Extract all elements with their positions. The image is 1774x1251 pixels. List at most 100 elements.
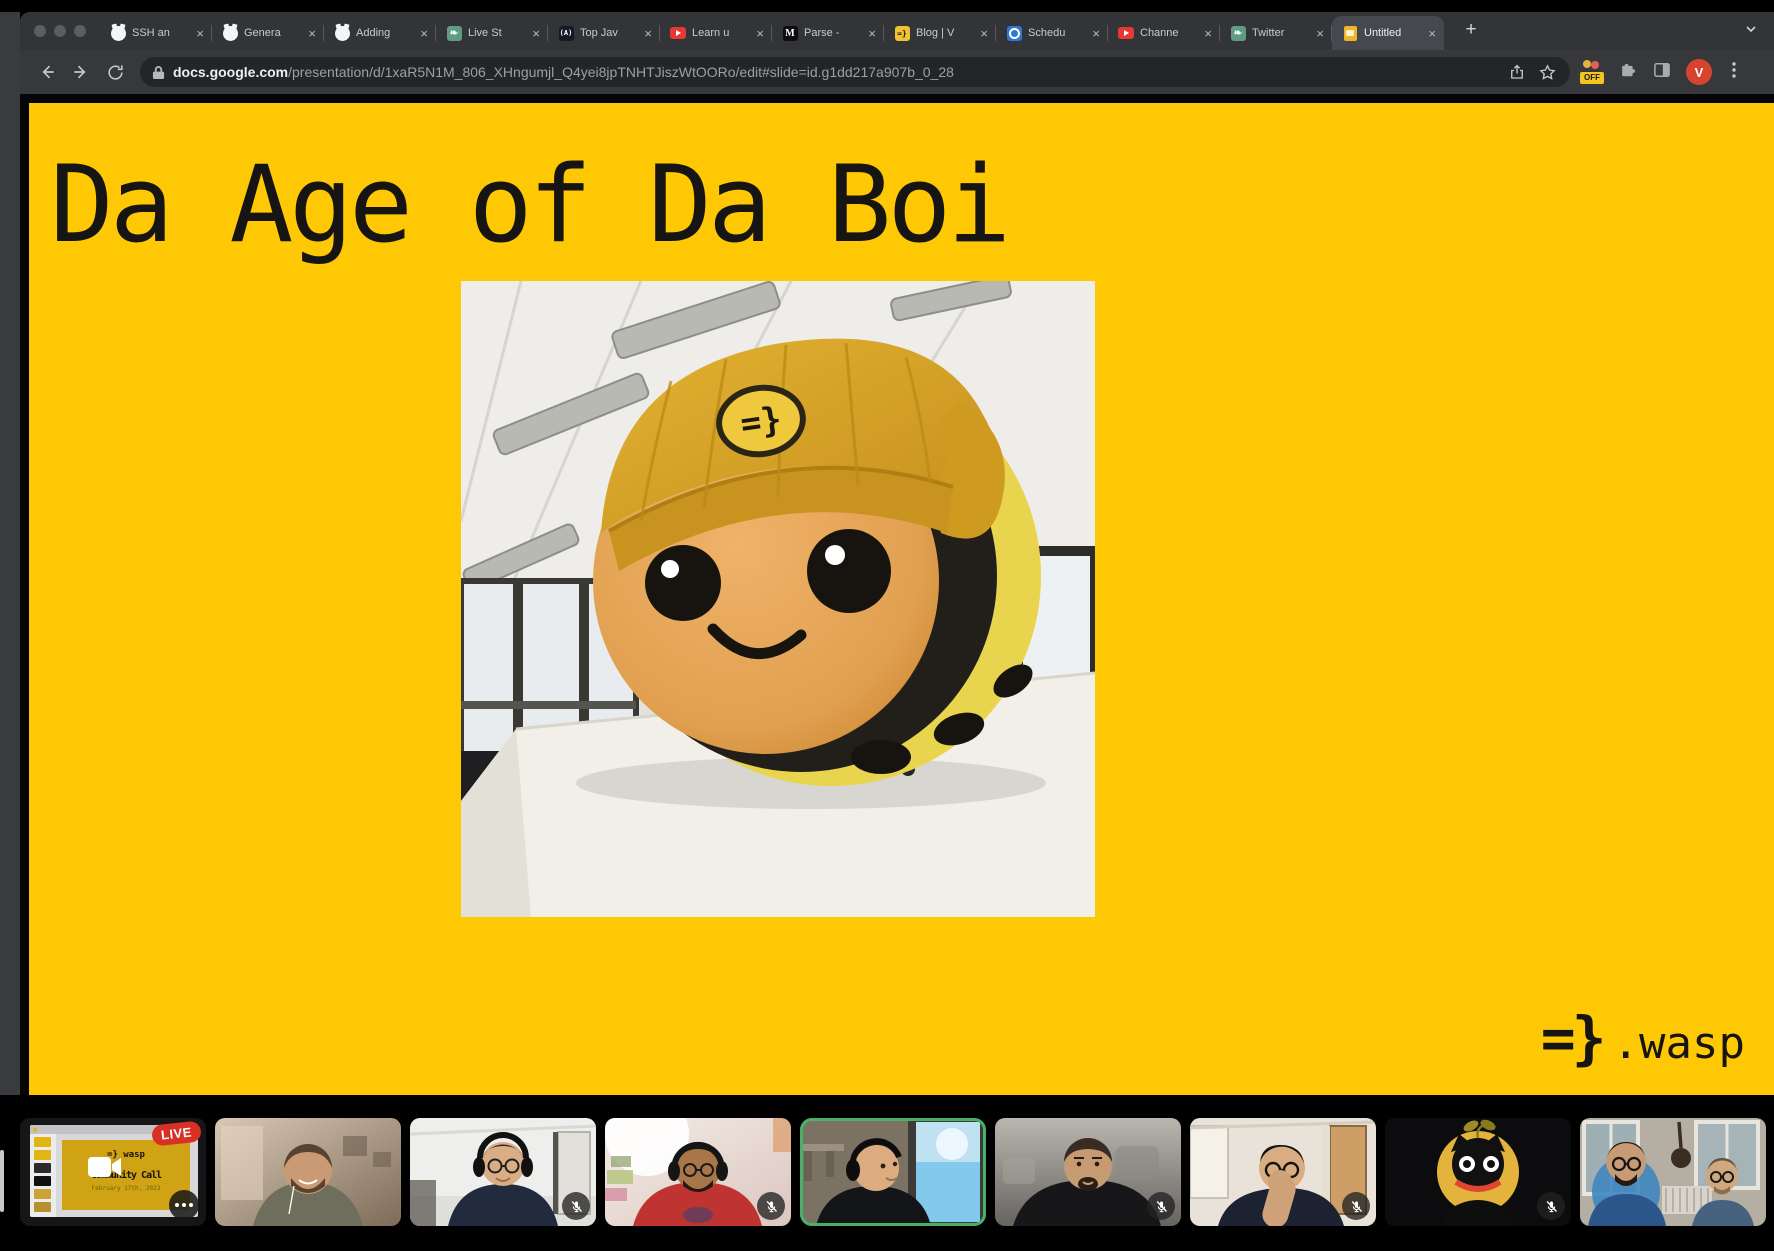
privacy-extension-icon[interactable]: OFF — [1580, 60, 1604, 84]
green-app-icon: ❧ — [446, 25, 462, 41]
minimize-window-button[interactable] — [54, 25, 66, 37]
reload-icon[interactable] — [100, 57, 130, 87]
desktop-edge-sliver — [0, 1150, 4, 1212]
bookmark-star-icon[interactable] — [1532, 57, 1562, 87]
tab-adding[interactable]: Adding × — [324, 18, 436, 48]
new-tab-button[interactable]: + — [1458, 18, 1484, 44]
tab-parse[interactable]: M Parse - × — [772, 18, 884, 48]
tab-general[interactable]: Genera × — [212, 18, 324, 48]
tab-list: SSH an × Genera × Adding × ❧ Live St × — [100, 12, 1444, 50]
tab-twitter[interactable]: ❧ Twitter × — [1220, 18, 1332, 48]
tab-close-icon[interactable]: × — [1090, 27, 1102, 40]
window-controls[interactable] — [34, 25, 86, 37]
slides-icon — [1342, 25, 1358, 41]
address-bar: docs.google.com/presentation/d/1xaR5N1M_… — [20, 50, 1774, 94]
toolbar-right: OFF V — [1580, 59, 1742, 85]
tab-close-icon[interactable]: × — [418, 27, 430, 40]
green-app-icon: ❧ — [1230, 25, 1246, 41]
url-domain: docs.google.com — [173, 64, 288, 80]
wasp-icon: =} — [894, 25, 910, 41]
mic-muted-icon — [562, 1192, 590, 1220]
tab-schedule[interactable]: Schedu × — [996, 18, 1108, 48]
svg-text:=}: =} — [738, 399, 784, 444]
tab-title: Parse - — [804, 27, 860, 39]
tab-title: Live St — [468, 27, 524, 39]
tab-title: Channe — [1140, 27, 1196, 39]
url-field[interactable]: docs.google.com/presentation/d/1xaR5N1M_… — [140, 57, 1570, 87]
tab-close-icon[interactable]: × — [978, 27, 990, 40]
tab-bar: SSH an × Genera × Adding × ❧ Live St × — [20, 12, 1774, 50]
tab-title: Blog | V — [916, 27, 972, 39]
mini-title: Community Call — [62, 1170, 190, 1181]
tile-participant-cat-avatar[interactable] — [1385, 1118, 1571, 1226]
code-app-icon: (A) — [558, 25, 574, 41]
page-top-border — [20, 94, 1774, 103]
tile-participant-black-tshirt[interactable] — [995, 1118, 1181, 1226]
tab-close-icon[interactable]: × — [866, 27, 878, 40]
tile-participant-navy-polo[interactable] — [410, 1118, 596, 1226]
tile-participant-red-shirt[interactable] — [605, 1118, 791, 1226]
browser-window: SSH an × Genera × Adding × ❧ Live St × — [20, 12, 1774, 1095]
tab-live-stream[interactable]: ❧ Live St × — [436, 18, 548, 48]
tab-close-icon[interactable]: × — [754, 27, 766, 40]
github-icon — [110, 25, 126, 41]
tab-close-icon[interactable]: × — [1202, 27, 1214, 40]
tab-title: Adding — [356, 27, 412, 39]
padlock-icon — [152, 65, 165, 80]
tab-ssh[interactable]: SSH an × — [100, 18, 212, 48]
tab-title: Twitter — [1252, 27, 1308, 39]
back-icon[interactable] — [32, 57, 62, 87]
wasp-name: .wasp — [1613, 1018, 1745, 1069]
tab-title: Learn u — [692, 27, 748, 39]
tab-learn[interactable]: Learn u × — [660, 18, 772, 48]
mic-muted-icon — [1147, 1192, 1175, 1220]
tile-more-button[interactable] — [169, 1190, 199, 1220]
mini-slide-rail — [30, 1134, 56, 1217]
tile-participant-speaking-hoodie[interactable] — [800, 1118, 986, 1226]
presentation-slide: Da Age of Da Boi — [20, 103, 1774, 1095]
mic-muted-icon — [757, 1192, 785, 1220]
mic-muted-icon — [1537, 1192, 1565, 1220]
page-url: docs.google.com/presentation/d/1xaR5N1M_… — [173, 64, 1502, 80]
wasp-brand-logo: =} .wasp — [1541, 1004, 1745, 1072]
tab-title: Genera — [244, 27, 300, 39]
expand-window-button[interactable] — [74, 25, 86, 37]
close-window-button[interactable] — [34, 25, 46, 37]
tab-title: Top Jav — [580, 27, 636, 39]
tab-title: Schedu — [1028, 27, 1084, 39]
tile-participants-two-men[interactable] — [1580, 1118, 1766, 1226]
tile-screen-share-preview[interactable]: =} wasp Community Call February 17th, 20… — [20, 1118, 206, 1226]
extension-off-badge: OFF — [1580, 72, 1604, 84]
participant-filmstrip: =} wasp Community Call February 17th, 20… — [20, 1118, 1766, 1226]
tab-close-icon[interactable]: × — [1314, 27, 1326, 40]
tab-untitled-presentation[interactable]: Untitled × — [1332, 16, 1444, 50]
tab-top-java[interactable]: (A) Top Jav × — [548, 18, 660, 48]
kebab-menu-icon[interactable] — [1726, 61, 1742, 84]
tile-participant-hand-to-mouth[interactable] — [1190, 1118, 1376, 1226]
tab-close-icon[interactable]: × — [194, 27, 206, 40]
youtube-icon — [670, 25, 686, 41]
tab-title: Untitled — [1364, 27, 1420, 39]
github-icon — [222, 25, 238, 41]
tab-title: SSH an — [132, 27, 188, 39]
extensions-puzzle-icon[interactable] — [1618, 60, 1638, 85]
chevron-down-icon[interactable] — [1744, 22, 1758, 41]
tab-close-icon[interactable]: × — [530, 27, 542, 40]
slide-title: Da Age of Da Boi — [50, 143, 1007, 266]
tile-participant-olive-shirt[interactable] — [215, 1118, 401, 1226]
tab-close-icon[interactable]: × — [642, 27, 654, 40]
clock-app-icon — [1006, 25, 1022, 41]
youtube-icon — [1118, 25, 1134, 41]
tab-close-icon[interactable]: × — [306, 27, 318, 40]
profile-avatar[interactable]: V — [1686, 59, 1712, 85]
tab-blog[interactable]: =} Blog | V × — [884, 18, 996, 48]
mic-muted-icon — [1342, 1192, 1370, 1220]
forward-icon[interactable] — [66, 57, 96, 87]
url-path: /presentation/d/1xaR5N1M_806_XHngumjl_Q4… — [288, 64, 954, 80]
side-panel-icon[interactable] — [1652, 60, 1672, 85]
tab-close-icon[interactable]: × — [1426, 27, 1438, 40]
tab-channel[interactable]: Channe × — [1108, 18, 1220, 48]
share-icon[interactable] — [1502, 57, 1532, 87]
camera-icon — [88, 1156, 122, 1178]
bee-plush-photo: =} — [461, 281, 1095, 917]
